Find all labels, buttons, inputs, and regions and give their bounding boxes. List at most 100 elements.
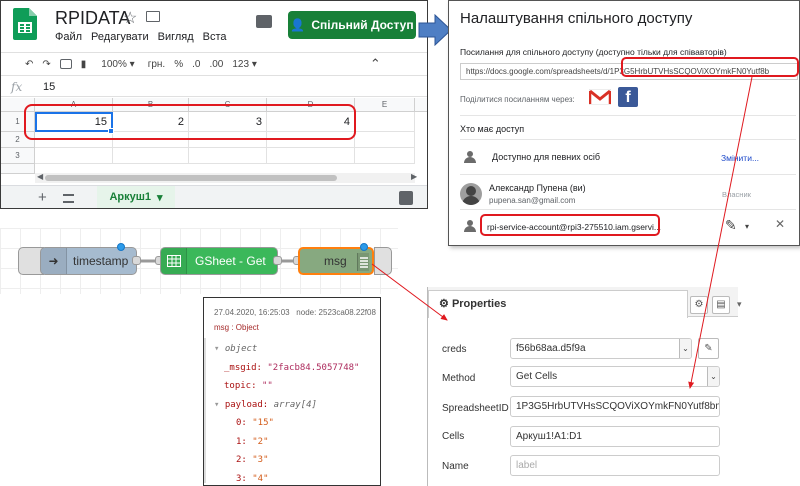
gsheet-node[interactable]: GSheet - Get — [160, 247, 278, 275]
inject-changed-dot — [117, 243, 125, 251]
method-dropdown-icon[interactable]: ⌄ — [707, 367, 719, 386]
share-via-label: Поділитися посиланням через: — [460, 95, 575, 104]
undo-icon[interactable]: ↶ — [25, 59, 33, 70]
tree-item-index: 2: — [236, 455, 247, 465]
debug-list-glyph — [360, 257, 368, 268]
tree-item-value: "15" — [252, 418, 274, 428]
tree-item-row: 1: "2" — [214, 433, 359, 452]
sheet-tab-label: Аркуш1 — [109, 191, 152, 203]
decrease-decimal-button[interactable]: .0 — [192, 59, 200, 70]
cell-c3[interactable] — [189, 148, 267, 164]
tree-guide — [204, 338, 212, 483]
cells-label: Cells — [442, 431, 465, 442]
number-format-select[interactable]: 123 ▾ — [232, 59, 257, 70]
inject-arrow-icon: ➜ — [41, 248, 67, 274]
method-select[interactable]: Get Cells ⌄ — [510, 366, 720, 387]
redo-icon[interactable]: ↷ — [42, 59, 50, 70]
add-sheet-icon[interactable]: + — [38, 189, 47, 206]
debug-node[interactable]: msg — [298, 247, 374, 275]
zoom-select[interactable]: 100% ▾ — [101, 59, 134, 70]
description-icon[interactable]: ▤ — [712, 296, 730, 314]
person-icon — [464, 220, 476, 232]
cell-e3[interactable] — [355, 148, 415, 164]
tree-item-index: 3: — [236, 473, 247, 484]
more-caret-icon[interactable]: ▾ — [737, 299, 742, 310]
name-input[interactable]: label — [510, 455, 720, 476]
fx-icon: fx — [11, 80, 23, 94]
inject-node[interactable]: ➜ timestamp — [40, 247, 137, 275]
expand-arrow-icon[interactable]: ▾ — [214, 344, 219, 354]
cell-e1[interactable] — [355, 112, 415, 132]
tree-msgid-row: _msgid: "2facb84.5057748" — [214, 359, 359, 378]
currency-button[interactable]: грн. — [148, 59, 166, 70]
row-header-3[interactable]: 3 — [1, 148, 35, 164]
divider — [460, 209, 796, 210]
link-label: Посилання для спільного доступу (доступн… — [460, 47, 727, 57]
scrollbar-thumb[interactable] — [45, 175, 337, 181]
tree-payload-row[interactable]: ▾ payload: array[4] — [214, 396, 359, 415]
properties-tab[interactable]: ⚙ Properties — [428, 290, 688, 318]
cell-a3[interactable] — [35, 148, 113, 164]
col-header-e[interactable]: E — [355, 98, 415, 112]
all-sheets-icon[interactable] — [63, 194, 74, 203]
document-title[interactable]: RPIDATA — [55, 8, 130, 29]
role-dropdown-icon[interactable]: ▾ — [745, 222, 749, 231]
divider — [460, 174, 796, 175]
paint-format-icon[interactable]: ▮ — [81, 59, 87, 70]
share-person-icon: 👤 — [290, 18, 306, 32]
horizontal-scrollbar[interactable] — [35, 173, 415, 183]
edit-creds-pencil-icon[interactable]: ✎ — [698, 338, 719, 359]
cell-e2[interactable] — [355, 132, 415, 148]
comment-icon[interactable] — [256, 15, 272, 28]
dialog-title: Налаштування спільного доступу — [460, 10, 693, 27]
share-button[interactable]: 👤 Спільний Доступ — [288, 11, 416, 39]
gsheet-output-port[interactable] — [273, 256, 282, 265]
expand-arrow-icon[interactable]: ▾ — [214, 400, 219, 410]
menu-view[interactable]: Вигляд — [158, 31, 194, 43]
debug-toggle-button[interactable] — [374, 247, 392, 275]
tree-msgid-value: "2facb84.5057748" — [267, 362, 360, 373]
sheet-tab[interactable]: Аркуш1 ▾ — [97, 186, 175, 208]
menu-insert[interactable]: Вста — [203, 31, 227, 43]
menu-file[interactable]: Файл — [55, 31, 82, 43]
sheet-tab-caret-icon[interactable]: ▾ — [157, 191, 163, 204]
cell-b3[interactable] — [113, 148, 189, 164]
sheets-logo-icon — [13, 8, 37, 40]
share-button-label: Спільний Доступ — [311, 18, 414, 32]
tree-payload-type: array[4] — [273, 399, 317, 410]
percent-button[interactable]: % — [174, 59, 183, 70]
move-folder-icon[interactable] — [146, 11, 160, 22]
spreadsheet-id-input[interactable]: 1P3G5HrbUTVHsSCQOViXOYmkFN0Yutf8bmQG — [510, 396, 720, 417]
edit-pencil-icon[interactable]: ✎ — [725, 217, 737, 234]
settings-gear-icon[interactable]: ⚙ — [690, 296, 708, 314]
divider — [460, 139, 796, 140]
star-icon[interactable]: ☆ — [123, 8, 137, 28]
collapse-chevron-icon[interactable]: ⌃ — [370, 56, 381, 72]
remove-close-icon[interactable]: ✕ — [775, 217, 785, 231]
formula-bar: fx 15 — [1, 77, 427, 97]
scroll-right-icon[interactable]: ▶ — [411, 172, 417, 181]
increase-decimal-button[interactable]: .00 — [209, 59, 223, 70]
who-has-access-heading: Хто має доступ — [460, 124, 525, 134]
formula-input[interactable]: 15 — [43, 81, 55, 93]
sharing-dialog: Налаштування спільного доступу Посилання… — [448, 0, 800, 246]
print-icon[interactable] — [59, 59, 72, 69]
service-account-row — [460, 215, 480, 237]
tree-object-row[interactable]: ▾ object — [214, 340, 359, 359]
cells-input[interactable]: Аркуш1!A1:D1 — [510, 426, 720, 447]
row-header-4[interactable] — [1, 164, 35, 174]
cell-d3[interactable] — [267, 148, 355, 164]
creds-select[interactable]: f56b68aa.d5f9a ⌄ — [510, 338, 692, 359]
menu-edit[interactable]: Редагувати — [91, 31, 149, 43]
creds-dropdown-icon[interactable]: ⌄ — [679, 339, 691, 358]
facebook-icon[interactable]: f — [618, 87, 638, 107]
explore-icon[interactable] — [399, 191, 413, 205]
debug-changed-dot — [360, 243, 368, 251]
tree-item-value: "4" — [252, 473, 269, 484]
scroll-left-icon[interactable]: ◀ — [37, 172, 43, 181]
toolbar: ↶ ↷ ▮ 100% ▾ грн. % .0 .00 123 ▾ ⌃ — [1, 52, 427, 76]
gmail-icon[interactable] — [589, 89, 611, 105]
inject-output-port[interactable] — [132, 256, 141, 265]
change-link[interactable]: Змінити... — [721, 153, 759, 163]
flow-canvas[interactable]: ➜ timestamp GSheet - Get msg — [0, 228, 398, 294]
